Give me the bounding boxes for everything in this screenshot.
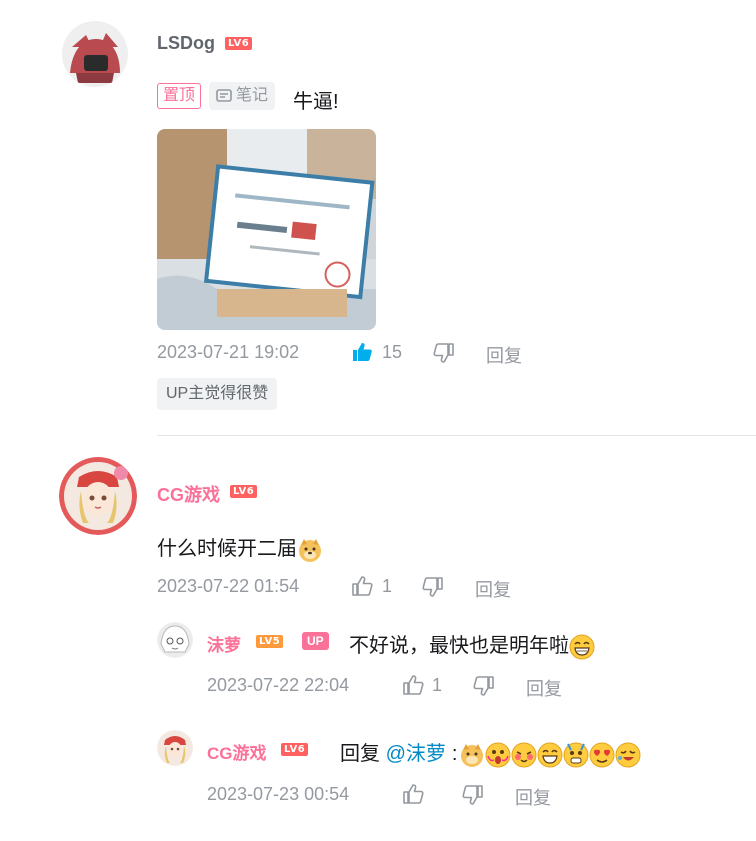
avatar[interactable] (59, 457, 137, 535)
note-tag[interactable]: 笔记 (209, 82, 276, 110)
comment-text: 什么时候开二届 (157, 532, 323, 563)
grin-emoji-icon (537, 742, 563, 768)
username[interactable]: CG游戏 (157, 481, 220, 507)
comment-image[interactable] (157, 129, 376, 330)
note-icon (215, 87, 233, 105)
reply-text: 不好说，最快也是明年啦 (349, 629, 595, 660)
reply-button[interactable]: 回复 (526, 675, 562, 701)
username[interactable]: CG游戏 (207, 739, 267, 764)
level-badge: LV5 (256, 635, 284, 648)
reply-prefix: 回复 (340, 743, 380, 765)
reply-button[interactable]: 回复 (515, 784, 551, 810)
thumbs-down-icon[interactable] (422, 576, 444, 598)
reply-text-body: 不好说，最快也是明年啦 (349, 635, 569, 657)
heart-eyes-emoji-icon (589, 742, 615, 768)
divider (157, 435, 756, 436)
reply-colon: : (451, 743, 458, 765)
like-count: 1 (432, 675, 443, 695)
thumbs-down-icon[interactable] (433, 342, 455, 364)
note-label: 笔记 (236, 87, 269, 104)
reply-time: 2023-07-22 22:04 (207, 675, 350, 695)
up-badge: UP (302, 632, 329, 650)
mention-link[interactable]: @沫萝 (386, 743, 446, 765)
surprised-emoji-icon (485, 742, 511, 768)
reply-time: 2023-07-23 00:54 (207, 784, 350, 804)
pinned-tag: 置顶 (157, 83, 202, 109)
up-liked-tag: UP主觉得很赞 (157, 378, 278, 410)
blushing-emoji-icon (511, 742, 537, 768)
username[interactable]: LSDog (157, 33, 215, 54)
avatar[interactable] (62, 21, 128, 87)
comment-text: 牛逼! (293, 91, 339, 113)
thumbs-up-icon[interactable] (402, 783, 424, 805)
doge-emoji-icon (297, 537, 323, 563)
grin-emoji-icon (569, 634, 595, 660)
thumbs-down-icon[interactable] (462, 784, 484, 806)
shocked-emoji-icon (563, 742, 589, 768)
level-badge: LV6 (281, 743, 309, 756)
thumbs-up-icon[interactable] (351, 575, 373, 597)
avatar[interactable] (157, 730, 193, 766)
comment-time: 2023-07-21 19:02 (157, 342, 300, 362)
thumbs-down-icon[interactable] (473, 675, 495, 697)
laughing-emoji-icon (615, 742, 641, 768)
reply-button[interactable]: 回复 (475, 576, 511, 602)
like-count: 15 (382, 342, 403, 362)
comment-time: 2023-07-22 01:54 (157, 576, 300, 596)
username[interactable]: 沫萝 (207, 631, 241, 656)
thumbs-up-icon[interactable] (351, 341, 373, 363)
reply-button[interactable]: 回复 (486, 342, 522, 368)
thumbs-up-icon[interactable] (402, 674, 424, 696)
doge-emoji-icon (459, 742, 485, 768)
reply-text: 回复 @沫萝: (340, 737, 641, 768)
like-count: 1 (382, 576, 393, 596)
comment-text-body: 什么时候开二届 (157, 538, 297, 560)
level-badge: LV6 (225, 37, 253, 50)
level-badge: LV6 (230, 485, 258, 498)
avatar[interactable] (157, 622, 193, 658)
